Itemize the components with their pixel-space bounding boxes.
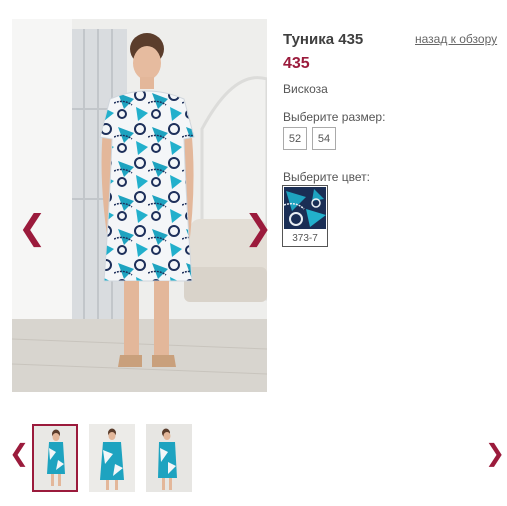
main-prev-arrow-icon[interactable]: ❮ <box>18 211 47 245</box>
size-label: Выберите размер: <box>283 110 386 124</box>
color-option-373-7[interactable]: 373-7 <box>282 185 328 247</box>
main-next-arrow-icon[interactable]: ❯ <box>244 211 273 245</box>
thumbnail-3[interactable] <box>146 424 192 492</box>
size-option-52[interactable]: 52 <box>283 127 307 150</box>
product-material: Вискоза <box>283 82 328 96</box>
product-price: 435 <box>283 55 310 72</box>
color-label: Выберите цвет: <box>283 170 371 184</box>
thumbs-prev-arrow-icon[interactable]: ❮ <box>9 441 29 465</box>
color-swatch-pattern <box>284 187 326 229</box>
color-code: 373-7 <box>292 233 318 244</box>
main-product-image <box>12 19 267 392</box>
thumbs-next-arrow-icon[interactable]: ❯ <box>485 441 505 465</box>
thumbnail-2[interactable] <box>89 424 135 492</box>
size-option-54[interactable]: 54 <box>312 127 336 150</box>
thumbnail-1[interactable] <box>32 424 78 492</box>
back-to-overview-link[interactable]: назад к обзору <box>415 32 497 46</box>
product-title: Туника 435 <box>283 31 364 48</box>
